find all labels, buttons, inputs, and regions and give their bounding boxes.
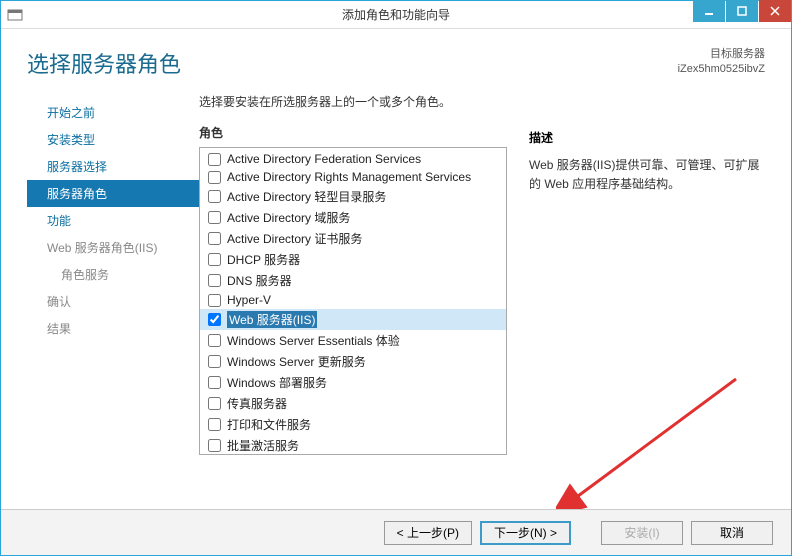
- role-label: Windows 部署服务: [227, 374, 327, 391]
- install-button: 安装(I): [601, 521, 683, 545]
- role-label: Active Directory 证书服务: [227, 230, 362, 247]
- role-label: DHCP 服务器: [227, 251, 300, 268]
- role-item[interactable]: 传真服务器: [200, 393, 506, 414]
- role-checkbox[interactable]: [208, 439, 221, 452]
- role-label: Active Directory 域服务: [227, 209, 350, 226]
- role-label: Active Directory 轻型目录服务: [227, 188, 386, 205]
- role-item[interactable]: Windows Server Essentials 体验: [200, 330, 506, 351]
- role-item[interactable]: Active Directory Federation Services: [200, 150, 506, 168]
- role-checkbox[interactable]: [208, 313, 221, 326]
- target-server-label: 目标服务器: [678, 47, 765, 62]
- description-panel: 描述 Web 服务器(IIS)提供可靠、可管理、可扩展的 Web 应用程序基础结…: [507, 93, 771, 473]
- roles-label: 角色: [199, 124, 507, 141]
- role-item[interactable]: Windows Server 更新服务: [200, 351, 506, 372]
- sidebar-step-0[interactable]: 开始之前: [27, 99, 199, 126]
- page-title: 选择服务器角色: [27, 47, 181, 79]
- previous-button[interactable]: < 上一步(P): [384, 521, 472, 545]
- next-button[interactable]: 下一步(N) >: [480, 521, 571, 545]
- sidebar-step-4[interactable]: 功能: [27, 207, 199, 234]
- maximize-button[interactable]: [726, 0, 758, 22]
- role-item[interactable]: DHCP 服务器: [200, 249, 506, 270]
- role-label: Active Directory Federation Services: [227, 152, 421, 166]
- close-button[interactable]: [759, 0, 791, 22]
- role-item[interactable]: 批量激活服务: [200, 435, 506, 455]
- target-server-info: 目标服务器 iZex5hm0525ibvZ: [678, 47, 765, 78]
- role-label: Web 服务器(IIS): [227, 311, 317, 328]
- role-label: Active Directory Rights Management Servi…: [227, 170, 471, 184]
- body: 开始之前安装类型服务器选择服务器角色功能Web 服务器角色(IIS)角色服务确认…: [1, 93, 791, 473]
- role-item[interactable]: Hyper-V: [200, 291, 506, 309]
- description-label: 描述: [529, 129, 771, 146]
- sidebar-step-1[interactable]: 安装类型: [27, 126, 199, 153]
- target-server-value: iZex5hm0525ibvZ: [678, 62, 765, 77]
- role-checkbox[interactable]: [208, 355, 221, 368]
- role-checkbox[interactable]: [208, 274, 221, 287]
- role-checkbox[interactable]: [208, 190, 221, 203]
- role-label: Windows Server 更新服务: [227, 353, 366, 370]
- sidebar-step-8: 结果: [27, 315, 199, 342]
- role-checkbox[interactable]: [208, 253, 221, 266]
- instruction-text: 选择要安装在所选服务器上的一个或多个角色。: [199, 93, 507, 110]
- roles-listbox[interactable]: Active Directory Federation Services Acti…: [199, 147, 507, 455]
- role-checkbox[interactable]: [208, 171, 221, 184]
- role-label: 打印和文件服务: [227, 416, 311, 433]
- role-checkbox[interactable]: [208, 294, 221, 307]
- app-icon: [7, 9, 23, 21]
- sidebar-step-2[interactable]: 服务器选择: [27, 153, 199, 180]
- role-label: Windows Server Essentials 体验: [227, 332, 400, 349]
- main-content: 选择要安装在所选服务器上的一个或多个角色。 角色 Active Director…: [199, 93, 791, 473]
- wizard-window: 添加角色和功能向导 选择服务器角色 目标服务器 iZex5hm0525ibvZ …: [0, 0, 792, 556]
- role-checkbox[interactable]: [208, 232, 221, 245]
- window-title: 添加角色和功能向导: [342, 6, 450, 23]
- minimize-button[interactable]: [693, 0, 725, 22]
- role-checkbox[interactable]: [208, 334, 221, 347]
- sidebar-step-3[interactable]: 服务器角色: [27, 180, 199, 207]
- window-controls: [693, 0, 791, 22]
- role-checkbox[interactable]: [208, 153, 221, 166]
- role-item[interactable]: Web 服务器(IIS): [200, 309, 506, 330]
- role-item[interactable]: Active Directory 域服务: [200, 207, 506, 228]
- description-text: Web 服务器(IIS)提供可靠、可管理、可扩展的 Web 应用程序基础结构。: [529, 156, 771, 194]
- role-checkbox[interactable]: [208, 376, 221, 389]
- titlebar: 添加角色和功能向导: [1, 1, 791, 29]
- role-item[interactable]: Active Directory 证书服务: [200, 228, 506, 249]
- wizard-steps-sidebar: 开始之前安装类型服务器选择服务器角色功能Web 服务器角色(IIS)角色服务确认…: [27, 93, 199, 473]
- role-checkbox[interactable]: [208, 397, 221, 410]
- role-label: Hyper-V: [227, 293, 271, 307]
- role-item[interactable]: DNS 服务器: [200, 270, 506, 291]
- role-label: DNS 服务器: [227, 272, 292, 289]
- sidebar-step-6: 角色服务: [27, 261, 199, 288]
- sidebar-step-5: Web 服务器角色(IIS): [27, 234, 199, 261]
- sidebar-step-7: 确认: [27, 288, 199, 315]
- role-checkbox[interactable]: [208, 211, 221, 224]
- role-item[interactable]: Active Directory 轻型目录服务: [200, 186, 506, 207]
- footer: < 上一步(P) 下一步(N) > 安装(I) 取消: [1, 509, 791, 555]
- role-item[interactable]: Active Directory Rights Management Servi…: [200, 168, 506, 186]
- roles-panel: 选择要安装在所选服务器上的一个或多个角色。 角色 Active Director…: [199, 93, 507, 473]
- cancel-button[interactable]: 取消: [691, 521, 773, 545]
- role-label: 传真服务器: [227, 395, 287, 412]
- role-checkbox[interactable]: [208, 418, 221, 431]
- role-label: 批量激活服务: [227, 437, 299, 454]
- header: 选择服务器角色 目标服务器 iZex5hm0525ibvZ: [1, 29, 791, 93]
- role-item[interactable]: 打印和文件服务: [200, 414, 506, 435]
- role-item[interactable]: Windows 部署服务: [200, 372, 506, 393]
